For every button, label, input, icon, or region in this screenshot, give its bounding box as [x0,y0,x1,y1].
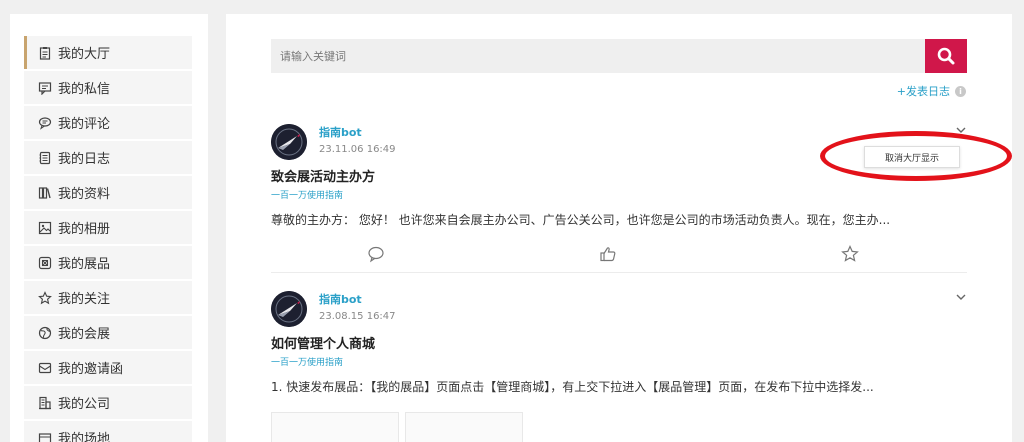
sidebar-item-label: 我的会展 [58,327,111,342]
divider [271,272,967,273]
post-time: 23.11.06 16:49 [319,144,396,155]
sidebar-item-label: 我的相册 [58,222,111,237]
post-title[interactable]: 如何管理个人商城 [271,333,375,352]
sidebar-item-messages[interactable]: 我的私信 [24,71,192,104]
post-author[interactable]: 指南bot [319,124,362,140]
sidebar-item-invitations[interactable]: 我的邀请函 [24,351,192,384]
comment-icon [38,116,52,130]
search-input[interactable] [271,39,923,73]
image-icon [38,221,52,235]
sidebar-item-label: 我的关注 [58,292,111,307]
sidebar-item-company[interactable]: 我的公司 [24,386,192,419]
screenshot-thumbnail [405,412,523,442]
venue-icon [38,431,52,442]
post-guide-tag[interactable]: 一百一万使用指南 [271,188,343,201]
books-icon [38,186,52,200]
thumbs-up-icon[interactable] [599,245,617,263]
sidebar-item-label: 我的日志 [58,152,111,167]
sidebar-item-label: 我的资料 [58,187,111,202]
sidebar-item-label: 我的邀请函 [58,362,124,377]
envelope-icon [38,361,52,375]
post-card: 指南bot 23.08.15 16:47 如何管理个人商城 一百一万使用指南 1… [271,291,967,442]
comment-icon[interactable] [367,245,385,263]
building-icon [38,396,52,410]
sidebar-item-exhibits[interactable]: 我的展品 [24,246,192,279]
post-diary-link[interactable]: +发表日志 i [897,83,966,99]
search-icon [937,47,955,65]
sidebar: 我的大厅 我的私信 我的评论 我的日志 我的资料 我的相册 我的展品 我的关注 … [10,14,208,442]
post-title[interactable]: 致会展活动主办方 [271,166,375,185]
search-bar [271,39,967,73]
star-icon [38,290,52,305]
sidebar-item-exhibitions[interactable]: 我的会展 [24,316,192,349]
chevron-down-icon[interactable] [955,124,967,136]
exhibit-icon [38,256,52,270]
avatar[interactable] [271,124,307,160]
sidebar-item-diary[interactable]: 我的日志 [24,141,192,174]
post-excerpt[interactable]: 尊敬的主办方： 您好！ 也许您来自会展主办公司、广告公关公司，也许您是公司的市场… [271,211,967,228]
avatar[interactable] [271,291,307,327]
info-icon[interactable]: i [955,85,966,97]
sidebar-item-album[interactable]: 我的相册 [24,211,192,244]
chevron-down-icon[interactable] [955,291,967,303]
sidebar-item-following[interactable]: 我的关注 [24,281,192,314]
post-diary-label: +发表日志 [896,85,950,98]
sidebar-item-label: 我的场地 [58,432,111,442]
globe-icon [38,326,52,340]
post-card: 指南bot 23.11.06 16:49 致会展活动主办方 一百一万使用指南 尊… [271,124,967,274]
post-actions [271,245,967,267]
sidebar-item-profile[interactable]: 我的资料 [24,176,192,209]
star-icon[interactable] [841,245,859,263]
sidebar-item-label: 我的展品 [58,257,111,272]
post-author[interactable]: 指南bot [319,291,362,307]
post-excerpt[interactable]: 1. 快速发布展品：【我的展品】页面点击【管理商城】，有上交下拉进入【展品管理】… [271,378,967,395]
diary-icon [38,151,52,165]
post-time: 23.08.15 16:47 [319,311,396,322]
sidebar-item-comments[interactable]: 我的评论 [24,106,192,139]
post-image-preview[interactable] [271,412,527,442]
sidebar-item-hall[interactable]: 我的大厅 [24,36,192,69]
clipboard-icon [38,46,52,60]
post-guide-tag[interactable]: 一百一万使用指南 [271,355,343,368]
screenshot-thumbnail [271,412,399,442]
sidebar-item-label: 我的评论 [58,117,111,132]
sidebar-item-label: 我的私信 [58,82,111,97]
sidebar-item-label: 我的公司 [58,397,111,412]
search-button[interactable] [925,39,967,73]
message-icon [38,81,52,95]
cancel-hall-display-button[interactable]: 取消大厅显示 [864,146,960,168]
sidebar-item-label: 我的大厅 [58,47,111,62]
sidebar-item-venue[interactable]: 我的场地 [24,421,192,442]
main-panel: +发表日志 i 指南bot 23.11.06 16:49 致会展活动主办方 一百… [226,14,1012,442]
